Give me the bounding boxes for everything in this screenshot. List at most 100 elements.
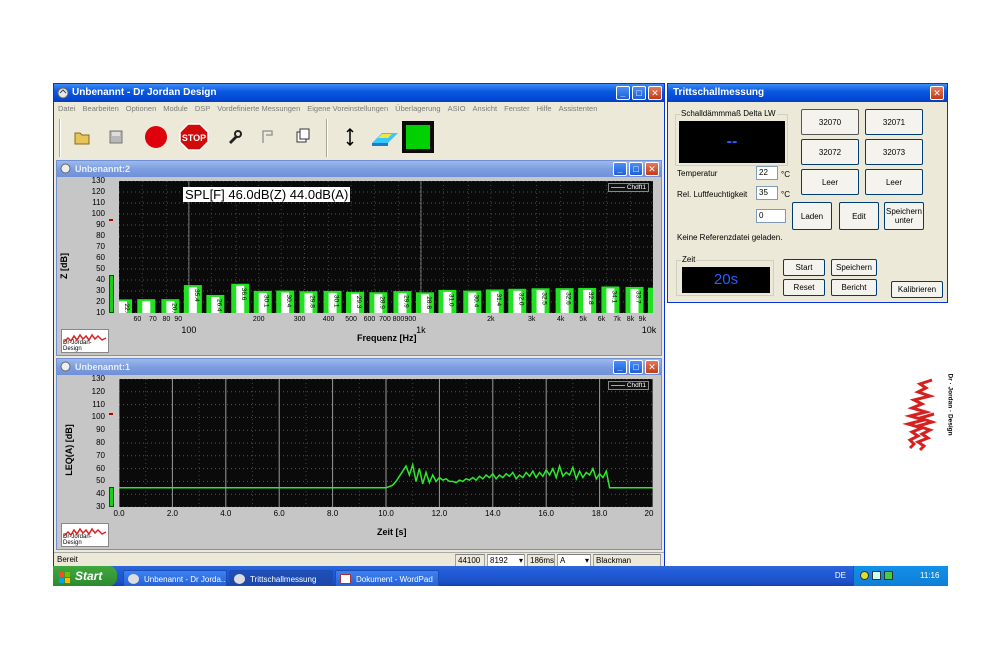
dialog-titlebar[interactable]: Trittschallmessung ✕ bbox=[668, 84, 947, 102]
laden-button[interactable]: Laden bbox=[792, 202, 832, 230]
bericht-button[interactable]: Bericht bbox=[831, 279, 877, 296]
language-indicator[interactable]: DE bbox=[835, 571, 846, 580]
reference-input[interactable]: 0 bbox=[756, 209, 786, 223]
menu-item[interactable]: Module bbox=[163, 104, 188, 113]
x-tick-label: 500 bbox=[345, 316, 357, 323]
x-tick-label: 10.0 bbox=[378, 509, 394, 518]
bar-value-label: 29.9 bbox=[402, 295, 409, 308]
bar-value-label: 32.5 bbox=[541, 292, 548, 305]
dialog-close-button[interactable]: ✕ bbox=[930, 86, 944, 100]
leer-button-1[interactable]: Leer bbox=[801, 169, 859, 195]
bar-value-label: 31.4 bbox=[495, 293, 502, 306]
bar-value-label: 33.7 bbox=[635, 291, 642, 304]
panel-top-titlebar[interactable]: Unbenannt:2 _ □ ✕ bbox=[57, 161, 661, 177]
status-bar: Bereit 44100 8192 ▾ 186ms A ▾ Blackman bbox=[54, 552, 664, 567]
menu-item[interactable]: Fenster bbox=[504, 104, 529, 113]
x-tick-label: 70 bbox=[149, 316, 157, 323]
top-level-meter bbox=[109, 274, 114, 313]
menu-item[interactable]: Eigene Voreinstellungen bbox=[307, 104, 388, 113]
close-button[interactable]: ✕ bbox=[648, 86, 662, 100]
preset-32073-button[interactable]: 32073 bbox=[865, 139, 923, 165]
menu-item[interactable]: Assistenten bbox=[559, 104, 598, 113]
minimize-button[interactable]: _ bbox=[616, 86, 630, 100]
y-tick-label: 120 bbox=[91, 187, 105, 196]
start-button[interactable]: Start bbox=[53, 566, 117, 586]
bar-value-label: 36.6 bbox=[240, 288, 247, 301]
maximize-button[interactable]: □ bbox=[632, 86, 646, 100]
tray-icon-3[interactable] bbox=[884, 571, 893, 580]
tray-icon-2[interactable] bbox=[872, 571, 881, 580]
tray-clock[interactable]: 11:16 bbox=[920, 571, 939, 580]
tray-icon-1[interactable] bbox=[860, 571, 869, 580]
panel-top-close-button[interactable]: ✕ bbox=[645, 162, 659, 176]
panel-bottom-close-button[interactable]: ✕ bbox=[645, 360, 659, 374]
temperature-unit: °C bbox=[781, 170, 790, 179]
open-file-button[interactable] bbox=[66, 121, 98, 153]
save-button[interactable] bbox=[100, 121, 132, 153]
humidity-input[interactable]: 35 bbox=[756, 186, 778, 200]
x-tick-label: 5k bbox=[579, 316, 587, 323]
copy-window-button[interactable] bbox=[286, 121, 318, 153]
top-logo: Dr-Jordan-Design bbox=[61, 329, 109, 353]
system-tray: DE 11:16 bbox=[835, 566, 948, 586]
x-tick-label: 12.0 bbox=[431, 509, 448, 518]
menu-item[interactable]: Überlagerung bbox=[395, 104, 440, 113]
menu-item[interactable]: Vordefinierte Messungen bbox=[217, 104, 300, 113]
bar-value-label: 31.0 bbox=[447, 294, 454, 307]
y-tick-label: 130 bbox=[91, 374, 105, 383]
preset-32072-button[interactable]: 32072 bbox=[801, 139, 859, 165]
app-icon bbox=[234, 574, 245, 584]
x-tick-label: 300 bbox=[293, 316, 306, 323]
leer-button-2[interactable]: Leer bbox=[865, 169, 923, 195]
panel-top-minimize-button[interactable]: _ bbox=[613, 162, 627, 176]
x-tick-label: 20 bbox=[644, 509, 654, 518]
reset-button[interactable]: Reset bbox=[783, 279, 825, 296]
reference-message: Keine Referenzdatei geladen. bbox=[677, 233, 783, 242]
taskbar-item-main[interactable]: Unbenannt - Dr Jorda... bbox=[123, 570, 227, 586]
record-button[interactable] bbox=[140, 121, 172, 153]
x-tick-label: 80 bbox=[162, 316, 171, 323]
panel-top-maximize-button[interactable]: □ bbox=[629, 162, 643, 176]
panel-bottom-titlebar[interactable]: Unbenannt:1 _ □ ✕ bbox=[57, 359, 661, 375]
top-chart-plot[interactable]: 22.4 20.6 35.4 26.4 36.6 30.1 30.4 29.8 30.1 29.3… bbox=[119, 181, 653, 313]
speichern-button[interactable]: Speichern bbox=[831, 259, 877, 276]
menu-item[interactable]: Hilfe bbox=[537, 104, 552, 113]
bottom-logo-text: Dr-Jordan-Design bbox=[63, 534, 92, 546]
settings-wrench-button[interactable] bbox=[218, 121, 250, 153]
menu-item[interactable]: Ansicht bbox=[473, 104, 498, 113]
chevron-down-icon: ▾ bbox=[518, 556, 523, 565]
preset-32071-button[interactable]: 32071 bbox=[865, 109, 923, 135]
bar-value-label: 29.3 bbox=[355, 296, 362, 309]
main-window-titlebar[interactable]: Unbenannt - Dr Jordan Design _ □ ✕ bbox=[54, 84, 664, 102]
vertical-scale-button[interactable] bbox=[334, 121, 366, 153]
bar-value-label: 30.1 bbox=[333, 295, 340, 308]
bookmark-button[interactable] bbox=[252, 121, 284, 153]
panel-bottom-minimize-button[interactable]: _ bbox=[613, 360, 627, 374]
temperature-input[interactable]: 22 bbox=[756, 166, 778, 180]
panel-bottom-maximize-button[interactable]: □ bbox=[629, 360, 643, 374]
preset-32070-button[interactable]: 32070 bbox=[801, 109, 859, 135]
menu-item[interactable]: Optionen bbox=[126, 104, 156, 113]
green-display-button[interactable] bbox=[402, 121, 434, 153]
menu-item[interactable]: Bearbeiten bbox=[83, 104, 119, 113]
y-tick-label: 70 bbox=[96, 242, 105, 251]
speichern-unter-button[interactable]: Speichern unter bbox=[884, 202, 924, 230]
taskbar: Start Unbenannt - Dr Jorda... Trittschal… bbox=[53, 566, 948, 586]
menu-item[interactable]: Datei bbox=[58, 104, 76, 113]
edit-button[interactable]: Edit bbox=[839, 202, 879, 230]
taskbar-item-dialog[interactable]: Trittschallmessung bbox=[229, 570, 333, 586]
waterfall-3d-button[interactable] bbox=[368, 121, 400, 153]
y-tick-label: 20 bbox=[96, 297, 105, 306]
kalibrieren-button[interactable]: Kalibrieren bbox=[891, 281, 943, 298]
x-tick-label: 2k bbox=[487, 316, 495, 323]
x-tick-label: 600 bbox=[363, 316, 376, 323]
taskbar-item-wordpad[interactable]: Dokument - WordPad bbox=[335, 570, 439, 586]
menu-item[interactable]: DSP bbox=[195, 104, 210, 113]
x-tick-label: 18.0 bbox=[591, 509, 608, 518]
menu-item[interactable]: ASIO bbox=[448, 104, 466, 113]
x-tick-label: 4k bbox=[556, 316, 565, 323]
bottom-chart-plot[interactable]: Chdft1 bbox=[119, 379, 653, 507]
y-tick-label: 10 bbox=[96, 308, 105, 317]
start-button[interactable]: Start bbox=[783, 259, 825, 276]
stop-button[interactable]: STOP bbox=[178, 121, 210, 153]
